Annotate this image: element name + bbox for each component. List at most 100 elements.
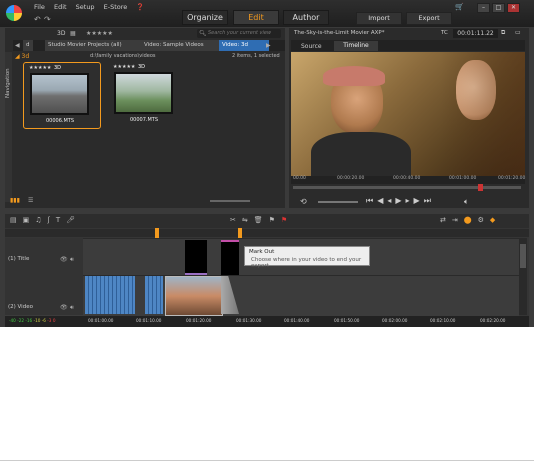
ruler-label: 00:02:20.00 xyxy=(480,318,506,323)
add-track-icon[interactable]: ▣ xyxy=(23,216,36,224)
tab-edit[interactable]: Edit xyxy=(233,10,279,25)
tab-library-3[interactable]: Video: 3d xyxy=(219,40,270,51)
volume-timeline-icon[interactable]: ◆ xyxy=(490,216,501,224)
tab-scroll-right-icon[interactable]: ▶ xyxy=(266,42,271,49)
rating-filter[interactable]: ★★★★★ xyxy=(86,30,113,37)
forward-icon[interactable]: ▸ xyxy=(406,196,414,205)
menu-setup[interactable]: Setup xyxy=(76,3,95,11)
search-input[interactable]: Search your current view xyxy=(208,30,271,36)
ruler-label: 00:01:00.00 xyxy=(88,318,114,323)
next-frame-icon[interactable]: ▶ xyxy=(414,196,424,205)
navigation-label: Navigation xyxy=(5,68,11,98)
project-title: The-Sky-is-the-Limit Movier AXP* xyxy=(294,30,385,36)
close-button[interactable]: ✕ xyxy=(507,3,520,13)
list-view-icon[interactable]: ☰ xyxy=(28,197,33,204)
scrubber-bar[interactable] xyxy=(293,186,521,189)
library-item[interactable]: ★★★★★ 3D 00006.MTS xyxy=(23,62,101,129)
undo-icon[interactable]: ↶ xyxy=(34,15,41,24)
cart-icon[interactable]: 🛒 xyxy=(455,3,464,11)
timecode-display[interactable]: 00:01:11.22 xyxy=(453,29,498,38)
tab-library-2[interactable]: Video: Sample Videos xyxy=(141,40,222,51)
scrubber-handle[interactable] xyxy=(478,184,483,191)
video-clip-selected[interactable] xyxy=(165,276,223,316)
tab-source[interactable]: Source xyxy=(301,43,322,50)
marker-icon[interactable]: ⚑ xyxy=(269,216,281,224)
minimize-button[interactable]: – xyxy=(477,3,490,13)
tab-scroll-left-icon[interactable]: ◀ xyxy=(15,42,20,49)
track-header: (2) Video 👁︎ 🔊︎ xyxy=(5,275,83,315)
folder-path: d:\family vacations\videos xyxy=(90,53,156,59)
visibility-icon[interactable]: 👁︎ xyxy=(60,256,68,263)
export-button[interactable]: Export xyxy=(406,12,452,25)
ruler-label: 00.00 xyxy=(293,176,306,181)
ruler-label: 00:01:00.00 xyxy=(449,176,477,181)
video-clip[interactable] xyxy=(85,276,135,314)
library-item[interactable]: ★★★★★ 3D 00007.MTS xyxy=(108,62,184,127)
ruler-label: 00:01:20.00 xyxy=(186,318,212,323)
voiceover-icon[interactable]: 🎤︎ xyxy=(66,216,81,224)
fullscreen-icon[interactable]: ▭ xyxy=(515,29,521,36)
shuttle-slider[interactable] xyxy=(318,201,358,203)
mark-out-tooltip: Mark Out Choose where in your video to e… xyxy=(244,246,370,269)
loop-icon[interactable]: ⟲ xyxy=(300,197,307,206)
menu-edit[interactable]: Edit xyxy=(54,3,67,11)
item-thumbnail xyxy=(30,73,89,115)
play-icon[interactable]: ▶ xyxy=(395,196,405,205)
delete-icon[interactable]: 🗑︎ xyxy=(254,216,269,224)
redo-icon[interactable]: ↷ xyxy=(44,15,51,24)
title-clip[interactable] xyxy=(185,240,207,278)
view-3d-label[interactable]: 3D xyxy=(57,30,65,37)
maximize-button[interactable]: □ xyxy=(492,3,505,13)
menu-file[interactable]: File xyxy=(34,3,45,11)
track-header: (1) Title 👁︎ 🔊︎ xyxy=(5,238,83,275)
timeline-vscroll-thumb[interactable] xyxy=(520,244,526,268)
video-clip[interactable] xyxy=(145,276,163,314)
item-3d-badge: 3D xyxy=(54,65,62,71)
ruler-label: 00:01:20.00 xyxy=(498,176,526,181)
zoom-slider[interactable] xyxy=(210,200,250,202)
visibility-icon[interactable]: 👁︎ xyxy=(60,304,68,311)
edit-mode-icon[interactable]: ⇄ xyxy=(440,216,452,224)
menu-estore[interactable]: E-Store xyxy=(104,3,128,11)
go-end-icon[interactable]: ⏭ xyxy=(424,196,435,205)
track-header-icon[interactable]: ▤ xyxy=(10,216,23,224)
import-button[interactable]: Import xyxy=(356,12,402,25)
detach-icon[interactable]: ⧉ xyxy=(501,29,505,37)
tooltip-text: Choose where in your video to end your e… xyxy=(251,257,362,269)
audio-mixer-icon[interactable]: ♫ xyxy=(35,216,47,224)
tab-library-1[interactable]: Studio Movier Projects (all) xyxy=(45,40,142,51)
search-box[interactable]: 🔍︎ Search your current view xyxy=(197,29,281,38)
tab-library-0[interactable]: d xyxy=(23,40,34,51)
volume-icon[interactable]: 🔈︎ xyxy=(464,197,469,207)
smart-icon[interactable]: ⚙ xyxy=(478,216,490,224)
prev-frame-icon[interactable]: ◀ xyxy=(377,196,387,205)
go-start-icon[interactable]: ⏮ xyxy=(366,196,377,205)
ruler-label: 00:01:50.00 xyxy=(334,318,360,323)
help-icon[interactable]: ❓ xyxy=(136,3,144,11)
grid-view-icon[interactable]: ▦ xyxy=(70,30,76,37)
item-rating: ★★★★★ xyxy=(29,65,52,71)
search-icon: 🔍︎ xyxy=(199,30,207,37)
navigation-strip[interactable]: Navigation xyxy=(5,52,12,202)
audio-icon[interactable]: 🔊︎ xyxy=(70,304,74,312)
item-rating: ★★★★★ xyxy=(113,64,136,70)
split-icon[interactable]: ✂ xyxy=(230,216,242,224)
mark-in-marker[interactable] xyxy=(155,228,159,238)
tab-timeline[interactable]: Timeline xyxy=(334,41,378,51)
ruler-label: 00:02:10.00 xyxy=(430,318,456,323)
mark-out-marker[interactable] xyxy=(238,228,242,238)
storyboard-icon[interactable]: ▮▮▮ xyxy=(10,197,20,204)
tab-organize[interactable]: Organize xyxy=(182,10,228,25)
preview-tabs xyxy=(291,40,525,51)
title-tool-icon[interactable]: T xyxy=(56,216,66,224)
item-name: 00006.MTS xyxy=(46,118,75,124)
overwrite-icon[interactable]: ⬤ xyxy=(464,216,478,224)
timeline-tools-right: ⇄⇥⬤⚙◆ xyxy=(440,216,501,224)
effects-icon[interactable]: ʃ xyxy=(48,216,56,224)
snap-icon[interactable]: ⇋ xyxy=(242,216,254,224)
title-clip[interactable] xyxy=(221,240,239,280)
red-marker-icon[interactable]: ⚑ xyxy=(281,216,293,224)
insert-icon[interactable]: ⇥ xyxy=(452,216,464,224)
audio-icon[interactable]: 🔊︎ xyxy=(70,256,74,264)
tab-author[interactable]: Author xyxy=(283,10,329,25)
